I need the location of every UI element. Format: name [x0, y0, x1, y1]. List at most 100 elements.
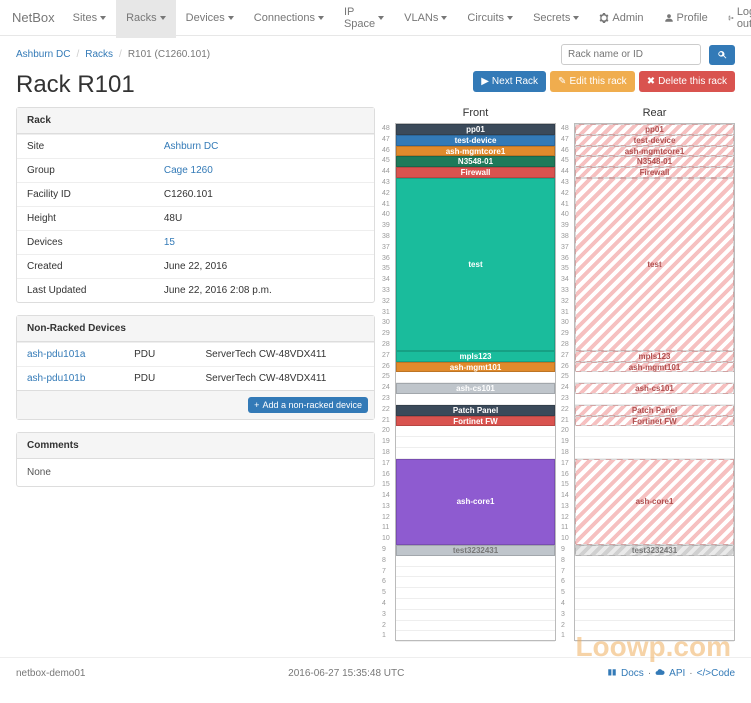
u-number: 8	[561, 556, 565, 567]
rack-device[interactable]: ash-cs101	[575, 383, 734, 394]
u-number: 13	[561, 502, 569, 513]
u-number: 32	[561, 297, 569, 308]
u-number: 44	[561, 167, 569, 178]
rack-device[interactable]: test	[575, 178, 734, 351]
rack-device[interactable]: test3232431	[575, 545, 734, 556]
u-number: 15	[382, 480, 390, 491]
gear-icon	[599, 13, 609, 23]
nav-menu: Sites Racks Devices Connections IP Space…	[63, 0, 590, 38]
u-number: 2	[382, 621, 386, 632]
u-number: 11	[382, 523, 389, 534]
u-number: 38	[382, 232, 390, 243]
profile-link[interactable]: Profile	[654, 0, 718, 38]
breadcrumb: Ashburn DC / Racks / R101 (C1260.101)	[16, 49, 553, 60]
u-number: 8	[382, 556, 386, 567]
rack-device[interactable]: mpls123	[575, 351, 734, 362]
u-number: 16	[382, 470, 390, 481]
rack-device[interactable]: pp01	[396, 124, 555, 135]
device-type: PDU	[124, 367, 195, 391]
breadcrumb-site[interactable]: Ashburn DC	[16, 49, 70, 60]
rack-device[interactable]: ash-mgmtcore1	[575, 146, 734, 157]
device-link[interactable]: ash-pdu101b	[27, 373, 85, 384]
detail-key: Group	[17, 159, 154, 183]
logout-link[interactable]: Log out	[718, 0, 751, 38]
add-nonracked-button[interactable]: + Add a non-racked device	[248, 397, 368, 413]
api-link[interactable]: API	[669, 668, 685, 679]
nav-item-connections[interactable]: Connections	[244, 0, 334, 38]
detail-link[interactable]: 15	[164, 237, 175, 248]
u-number: 22	[561, 405, 569, 416]
u-number: 1	[561, 631, 565, 642]
u-number: 48	[382, 124, 390, 135]
rack-device[interactable]: ash-cs101	[396, 383, 555, 394]
rack-device[interactable]: ash-mgmt101	[575, 362, 734, 373]
rack-device[interactable]: pp01	[575, 124, 734, 135]
rack-device[interactable]: Fortinet FW	[575, 416, 734, 427]
rack-device[interactable]: Firewall	[396, 167, 555, 178]
rack-device[interactable]: Patch Panel	[575, 405, 734, 416]
u-number: 26	[561, 362, 569, 373]
search-input[interactable]	[561, 44, 701, 65]
rack-device[interactable]: N3548-01	[396, 156, 555, 167]
rack-device[interactable]: Fortinet FW	[396, 416, 555, 427]
rack-device[interactable]: ash-mgmt101	[396, 362, 555, 373]
detail-link[interactable]: Cage 1260	[164, 165, 213, 176]
nav-item-vlans[interactable]: VLANs	[394, 0, 457, 38]
elevation-front: 4847464544434241403938373635343332313029…	[395, 123, 556, 641]
next-rack-button[interactable]: ▶ Next Rack	[473, 71, 546, 92]
rack-device[interactable]: test	[396, 178, 555, 351]
delete-rack-button[interactable]: ✖ Delete this rack	[639, 71, 735, 92]
nav-item-circuits[interactable]: Circuits	[457, 0, 523, 38]
rack-device[interactable]: Patch Panel	[396, 405, 555, 416]
rack-device[interactable]: test-device	[575, 135, 734, 146]
u-number: 37	[561, 243, 569, 254]
u-number: 24	[382, 383, 390, 394]
u-number: 28	[561, 340, 569, 351]
rack-device[interactable]: test-device	[396, 135, 555, 146]
chevron-down-icon	[507, 16, 513, 20]
u-number: 20	[382, 426, 390, 437]
u-number: 11	[561, 523, 568, 534]
device-model: ServerTech CW-48VDX411	[195, 343, 374, 367]
u-number: 30	[382, 318, 390, 329]
rack-device[interactable]: ash-core1	[396, 459, 555, 545]
rack-device[interactable]: mpls123	[396, 351, 555, 362]
edit-rack-button[interactable]: ✎ Edit this rack	[550, 71, 635, 92]
logout-icon	[728, 13, 734, 23]
chevron-down-icon	[378, 16, 384, 20]
device-link[interactable]: ash-pdu101a	[27, 349, 85, 360]
panel-rack: Rack SiteAshburn DCGroupCage 1260Facilit…	[16, 107, 375, 303]
nav-item-sites[interactable]: Sites	[63, 0, 116, 38]
u-number: 23	[382, 394, 390, 405]
code-link[interactable]: </>Code	[697, 668, 735, 679]
nav-item-ip-space[interactable]: IP Space	[334, 0, 394, 38]
panel-comments: Comments None	[16, 432, 375, 487]
nav-item-racks[interactable]: Racks	[116, 0, 176, 38]
nav-item-devices[interactable]: Devices	[176, 0, 244, 38]
rack-device[interactable]: ash-mgmtcore1	[396, 146, 555, 157]
u-number: 30	[561, 318, 569, 329]
chevron-down-icon	[441, 16, 447, 20]
u-number: 38	[561, 232, 569, 243]
docs-link[interactable]: Docs	[621, 668, 644, 679]
detail-link[interactable]: Ashburn DC	[164, 141, 218, 152]
rack-device[interactable]: test3232431	[396, 545, 555, 556]
table-row: Group Cage 1260	[17, 159, 374, 183]
elevation-front-title: Front	[395, 107, 556, 119]
rack-device[interactable]: Firewall	[575, 167, 734, 178]
u-number: 34	[382, 275, 390, 286]
u-number: 14	[561, 491, 569, 502]
search-button[interactable]	[709, 45, 735, 65]
rack-device[interactable]: ash-core1	[575, 459, 734, 545]
user-icon	[664, 13, 674, 23]
detail-value: 15	[154, 231, 374, 255]
brand[interactable]: NetBox	[12, 10, 55, 25]
u-number: 10	[382, 534, 390, 545]
u-number: 31	[561, 308, 569, 319]
page-title: Rack R101	[16, 71, 473, 99]
admin-link[interactable]: Admin	[589, 0, 653, 38]
breadcrumb-racks[interactable]: Racks	[85, 49, 113, 60]
nav-item-secrets[interactable]: Secrets	[523, 0, 589, 38]
u-number: 35	[561, 264, 569, 275]
rack-device[interactable]: N3548-01	[575, 156, 734, 167]
